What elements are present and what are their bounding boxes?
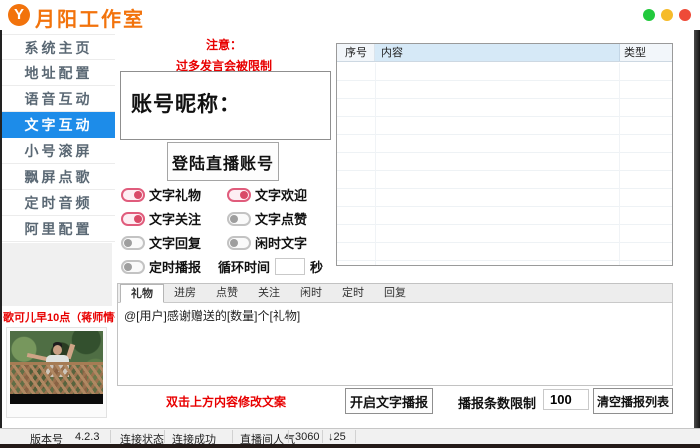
popularity-delta: ↓25	[328, 431, 346, 443]
toggle-label: 文字回复	[149, 233, 201, 252]
loop-time-label: 循环时间	[218, 257, 270, 276]
app-window: Y 月阳工作室 系统主页 地址配置 语音互动 文字互动 小号滚屏 飘屏点歌 定时…	[0, 0, 700, 448]
table-header-row: 序号 内容 类型	[337, 44, 672, 62]
connection-label: 连接状态	[120, 431, 164, 447]
login-live-account-button[interactable]: 登陆直播账号	[167, 142, 279, 181]
close-light-icon[interactable]	[679, 9, 691, 21]
table-body[interactable]	[337, 63, 672, 265]
app-logo-icon: Y	[8, 4, 30, 26]
table-header-type: 类型	[620, 44, 672, 61]
start-text-broadcast-button[interactable]: 开启文字播报	[345, 388, 433, 414]
marquee-text: 歌可儿早10点（蒋师情歌小	[3, 309, 115, 324]
edit-hint-text: 双击上方内容修改文案	[120, 393, 332, 410]
toggle-switch-icon[interactable]	[227, 236, 251, 250]
sidebar-empty-panel	[2, 243, 112, 306]
window-frame-right	[694, 30, 700, 428]
connection-value: 连接成功	[172, 431, 216, 447]
loop-time-group: 循环时间 秒	[218, 259, 323, 274]
toggle-text-like[interactable]: 文字点赞	[227, 211, 333, 226]
toggle-switch-icon[interactable]	[227, 188, 251, 202]
table-header-index: 序号	[337, 44, 375, 61]
toggle-label: 文字点赞	[255, 209, 307, 228]
table-header-content: 内容	[375, 44, 620, 61]
window-frame-bottom	[0, 444, 700, 448]
notice-block: 注意： 过多发言会被限制	[118, 36, 330, 74]
version-label: 版本号	[30, 431, 63, 447]
sidebar-item-system-home[interactable]: 系统主页	[2, 34, 115, 60]
broadcast-limit-label: 播报条数限制	[458, 393, 536, 412]
app-title: 月阳工作室	[35, 3, 145, 32]
sidebar-item-text-interaction[interactable]: 文字互动	[2, 112, 115, 138]
template-text-area[interactable]: @[用户]感谢赠送的[数量]个[礼物]	[118, 303, 672, 385]
tab-gift[interactable]: 礼物	[120, 284, 164, 303]
sidebar-item-voice-interaction[interactable]: 语音互动	[2, 86, 115, 112]
toggle-label: 定时播报	[149, 257, 201, 276]
toggle-switch-icon[interactable]	[121, 236, 145, 250]
sidebar-menu: 系统主页 地址配置 语音互动 文字互动 小号滚屏 飘屏点歌 定时音频 阿里配置	[2, 34, 115, 242]
clear-broadcast-list-button[interactable]: 清空播报列表	[593, 388, 673, 414]
toggle-text-reply[interactable]: 文字回复	[121, 235, 227, 250]
person-arm	[27, 353, 47, 361]
video-thumbnail	[6, 327, 107, 418]
toggle-label: 闲时文字	[255, 233, 307, 252]
wooden-fence	[10, 362, 103, 394]
tab-like[interactable]: 点赞	[206, 284, 248, 303]
status-separator	[355, 430, 356, 443]
toggle-switch-icon[interactable]	[121, 260, 145, 274]
toggle-switch-icon[interactable]	[227, 212, 251, 226]
sidebar-item-ali-config[interactable]: 阿里配置	[2, 216, 115, 242]
toggle-text-welcome[interactable]: 文字欢迎	[227, 187, 333, 202]
toggle-text-gift[interactable]: 文字礼物	[121, 187, 227, 202]
status-separator	[232, 430, 233, 443]
sidebar-item-timed-audio[interactable]: 定时音频	[2, 190, 115, 216]
tab-idle[interactable]: 闲时	[290, 284, 332, 303]
toggle-text-follow[interactable]: 文字关注	[121, 211, 227, 226]
toggle-grid: 文字礼物 文字欢迎 文字关注 文字点赞 文字回复	[121, 187, 341, 283]
account-nickname-label: 账号昵称：	[131, 88, 241, 118]
minimize-light-icon[interactable]	[643, 9, 655, 21]
loop-time-input[interactable]	[275, 258, 305, 275]
person-head	[53, 345, 62, 355]
notice-line1: 注意：	[118, 36, 330, 53]
account-nickname-box: 账号昵称：	[120, 71, 331, 140]
popularity-label: 直播间人气	[240, 431, 295, 447]
tab-timed[interactable]: 定时	[332, 284, 374, 303]
status-separator	[288, 430, 289, 443]
toggle-label: 文字关注	[149, 209, 201, 228]
status-separator	[110, 430, 111, 443]
toggle-switch-icon[interactable]	[121, 188, 145, 202]
column-separator	[375, 63, 376, 265]
version-value: 4.2.3	[75, 431, 99, 443]
toggle-timed-broadcast[interactable]: 定时播报	[121, 259, 227, 274]
status-bar: 版本号 4.2.3 连接状态 连接成功 直播间人气 3060 ↓25	[0, 428, 700, 444]
template-tabstrip: 礼物 进房 点赞 关注 闲时 定时 回复	[118, 284, 672, 303]
sidebar-item-float-song-request[interactable]: 飘屏点歌	[2, 164, 115, 190]
broadcast-list-table[interactable]: 序号 内容 类型	[336, 43, 673, 266]
column-separator	[619, 63, 620, 265]
tab-enter-room[interactable]: 进房	[164, 284, 206, 303]
toggle-label: 文字礼物	[149, 185, 201, 204]
tab-follow[interactable]: 关注	[248, 284, 290, 303]
letterbox-bar	[10, 394, 103, 404]
tab-reply[interactable]: 回复	[374, 284, 416, 303]
toggle-label: 文字欢迎	[255, 185, 307, 204]
toggle-switch-icon[interactable]	[121, 212, 145, 226]
sidebar-item-alt-account-scroll[interactable]: 小号滚屏	[2, 138, 115, 164]
sidebar: 系统主页 地址配置 语音互动 文字互动 小号滚屏 飘屏点歌 定时音频 阿里配置 …	[2, 30, 115, 428]
popularity-value: 3060	[295, 431, 319, 443]
toggle-idle-text[interactable]: 闲时文字	[227, 235, 333, 250]
loop-time-unit: 秒	[310, 257, 323, 276]
status-separator	[322, 430, 323, 443]
status-separator	[164, 430, 165, 443]
restore-light-icon[interactable]	[661, 9, 673, 21]
broadcast-limit-input[interactable]	[543, 389, 589, 410]
video-scene	[10, 331, 103, 404]
title-bar: Y 月阳工作室	[0, 0, 700, 30]
sidebar-item-address-config[interactable]: 地址配置	[2, 60, 115, 86]
template-tabbox: 礼物 进房 点赞 关注 闲时 定时 回复 @[用户]感谢赠送的[数量]个[礼物]	[117, 283, 673, 386]
